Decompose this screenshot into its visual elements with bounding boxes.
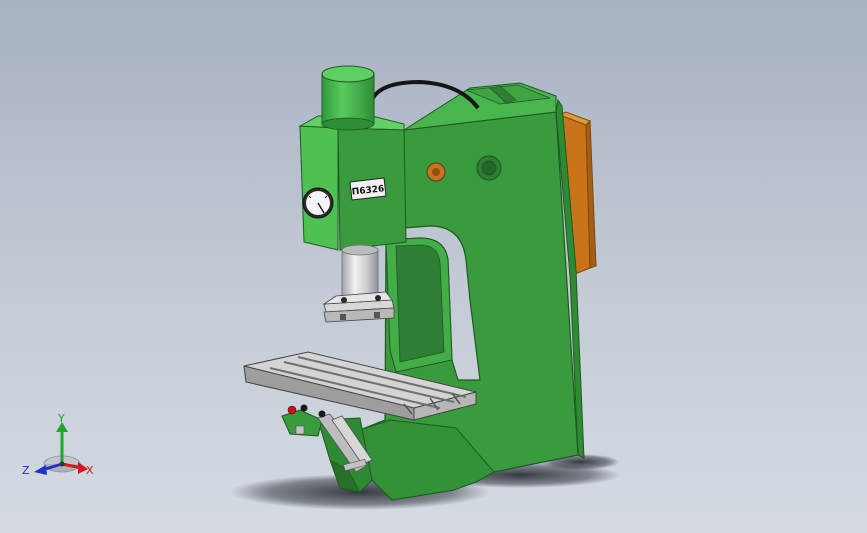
ram-cylinder[interactable] <box>341 244 379 297</box>
table-support <box>281 409 323 437</box>
model-nameplate: П6326 <box>349 177 387 201</box>
orange-plug <box>426 162 446 182</box>
frame-port-hole <box>476 155 502 181</box>
hydraulic-press-model[interactable]: П6326 <box>0 0 867 533</box>
cylinder-cap[interactable] <box>321 65 375 131</box>
y-axis-label: Y <box>57 412 65 425</box>
cad-viewport[interactable]: П6326 Y X Z <box>0 0 867 533</box>
z-axis-label: Z <box>22 464 30 477</box>
ram-tool-holder[interactable] <box>322 291 395 323</box>
x-axis-label: X <box>86 464 94 477</box>
orientation-triad[interactable]: Y X Z <box>18 408 108 488</box>
pressure-gauge <box>302 187 334 219</box>
